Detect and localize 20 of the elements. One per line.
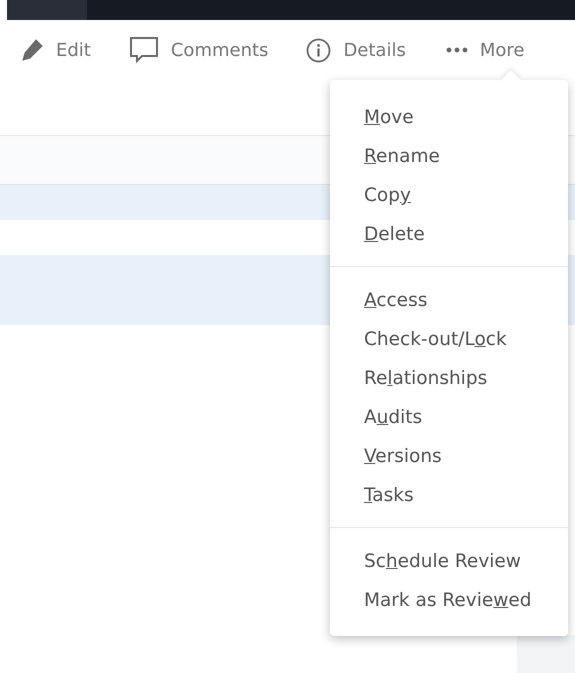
menu-item[interactable]: Check-out/Lock [330,320,568,359]
ellipsis-icon [446,47,468,53]
menu-item[interactable]: Schedule Review [330,542,568,581]
menu-item[interactable]: Access [330,281,568,320]
pencil-icon [20,38,44,62]
menu-item[interactable]: Move [330,98,568,137]
menu-item[interactable]: Delete [330,215,568,254]
menu-item[interactable]: Audits [330,398,568,437]
details-button[interactable]: Details [306,38,406,62]
menu-item[interactable]: Copy [330,176,568,215]
menu-item[interactable]: Mark as Reviewed [330,581,568,620]
menu-item[interactable]: Tasks [330,476,568,515]
info-icon [306,38,332,62]
menu-item[interactable]: Versions [330,437,568,476]
menu-item[interactable]: Relationships [330,359,568,398]
menu-item[interactable]: Rename [330,137,568,176]
speech-bubble-icon [128,36,159,64]
more-button[interactable]: More [446,40,524,60]
comments-button[interactable]: Comments [128,36,268,64]
edit-button[interactable]: Edit [20,38,91,62]
